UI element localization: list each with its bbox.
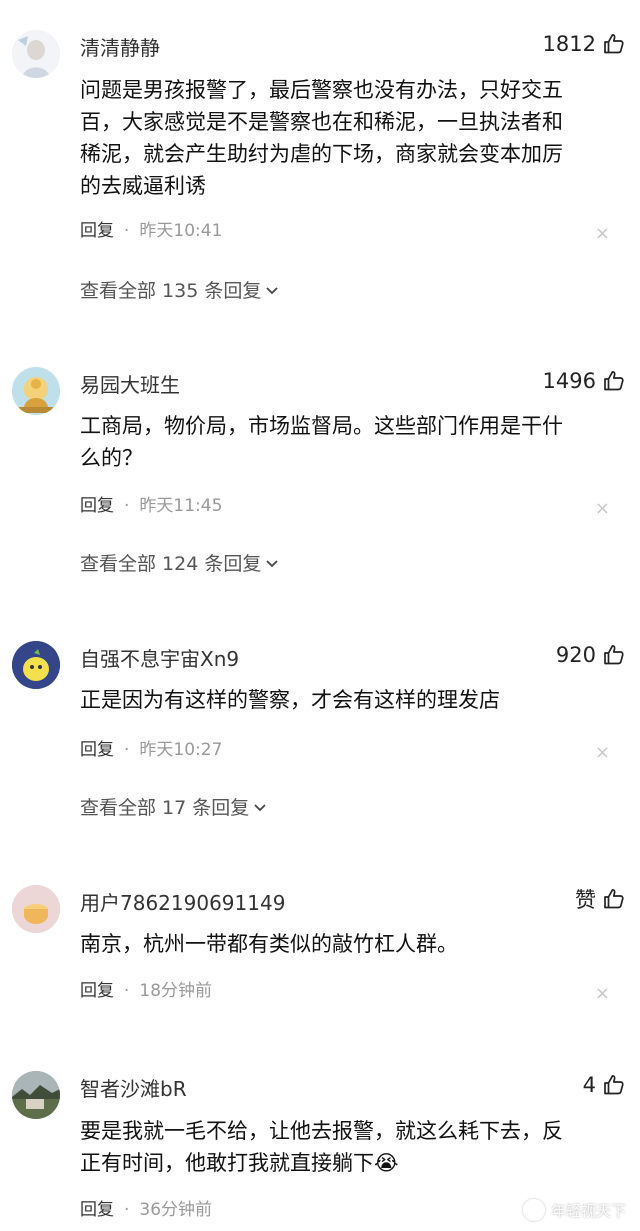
like-button[interactable]: 赞 [575,885,626,913]
avatar[interactable] [12,885,60,933]
chevron-down-icon [254,803,266,811]
like-count: 4 [582,1073,596,1097]
close-icon[interactable]: × [595,500,610,518]
username[interactable]: 易园大班生 [80,369,180,398]
close-icon[interactable]: × [595,985,610,1003]
reply-button[interactable]: 回复 [80,493,114,519]
chevron-down-icon [266,286,278,294]
view-all-replies-label: 查看全部 17 条回复 [80,797,250,819]
username[interactable]: 清清静静 [80,32,160,61]
like-button[interactable]: 1496 [543,367,626,395]
view-all-replies-label: 查看全部 124 条回复 [80,553,262,575]
like-button[interactable]: 4 [583,1071,626,1099]
meta-separator: · [124,1200,130,1220]
thumbs-up-icon [604,370,624,391]
like-label: 赞 [575,888,596,912]
comment-meta: 回复 · 18分钟前 [80,978,212,1004]
comment-text: 要是我就一毛不给，让他去报警，就这么耗下去，反 正有时间，他敢打我就直接躺下😭 [80,1119,563,1175]
comment-meta: 回复 · 昨天10:41 [80,218,222,244]
thumbs-up-icon [604,1074,624,1095]
timestamp: 18分钟前 [139,981,213,1001]
reply-button[interactable]: 回复 [80,1197,114,1223]
view-all-replies-button[interactable]: 查看全部 124 条回复 [80,549,280,576]
timestamp: 昨天10:27 [139,740,223,760]
watermark: 年轻视天下 [522,1199,626,1221]
like-button[interactable]: 1812 [543,30,626,58]
comment-text: 问题是男孩报警了，最后警察也没有办法，只好交五 百，大家感觉是不是警察也在和稀泥… [80,78,563,198]
username[interactable]: 用户7862190691149 [80,887,285,916]
meta-separator: · [124,981,130,1001]
timestamp: 36分钟前 [139,1200,213,1220]
avatar-image [12,367,60,415]
close-icon[interactable]: × [595,744,610,762]
reply-button[interactable]: 回复 [80,737,114,763]
like-count: 1496 [542,369,596,393]
avatar-image [12,641,60,689]
meta-separator: · [124,221,130,241]
avatar[interactable] [12,1071,60,1119]
comment-text: 工商局，物价局，市场监督局。这些部门作用是干什 么的？ [80,414,563,470]
avatar[interactable] [12,30,60,78]
avatar[interactable] [12,367,60,415]
avatar-image [12,30,60,78]
watermark-text: 年轻视天下 [550,1201,626,1220]
reply-button[interactable]: 回复 [80,218,114,244]
meta-separator: · [124,496,130,516]
thumbs-up-icon [604,644,624,665]
meta-separator: · [124,740,130,760]
comment-item: 易园大班生 1496 工商局，物价局，市场监督局。这些部门作用是干什 么的？ 回… [0,367,640,587]
avatar[interactable] [12,641,60,689]
close-icon[interactable]: × [595,225,610,243]
comment-meta: 回复 · 昨天11:45 [80,493,222,519]
timestamp: 昨天11:45 [139,496,223,516]
comment-text: 正是因为有这样的警察，才会有这样的理发店 [80,688,500,712]
view-all-replies-button[interactable]: 查看全部 17 条回复 [80,793,268,820]
comment-item: 自强不息宇宙Xn9 920 正是因为有这样的警察，才会有这样的理发店 回复 · … [0,641,640,821]
like-count: 920 [555,643,596,667]
chevron-down-icon [266,559,278,567]
thumbs-up-icon [604,888,624,909]
timestamp: 昨天10:41 [139,221,223,241]
comment-meta: 回复 · 昨天10:27 [80,737,222,763]
watermark-logo-icon [522,1199,545,1221]
comment-item: 清清静静 1812 问题是男孩报警了，最后警察也没有办法，只好交五 百，大家感觉… [0,30,640,310]
thumbs-up-icon [604,33,624,54]
comment-text: 南京，杭州一带都有类似的敲竹杠人群。 [80,932,458,956]
avatar-image [12,885,60,933]
view-all-replies-label: 查看全部 135 条回复 [80,280,262,302]
like-count: 1812 [542,32,596,56]
comment-item: 用户7862190691149 赞 南京，杭州一带都有类似的敲竹杠人群。 回复 … [0,885,640,1015]
avatar-image [12,1071,60,1119]
like-button[interactable]: 920 [556,641,626,669]
username[interactable]: 自强不息宇宙Xn9 [80,643,239,672]
comment-meta: 回复 · 36分钟前 [80,1197,212,1223]
view-all-replies-button[interactable]: 查看全部 135 条回复 [80,276,280,303]
reply-button[interactable]: 回复 [80,978,114,1004]
username[interactable]: 智者沙滩bR [80,1073,187,1102]
